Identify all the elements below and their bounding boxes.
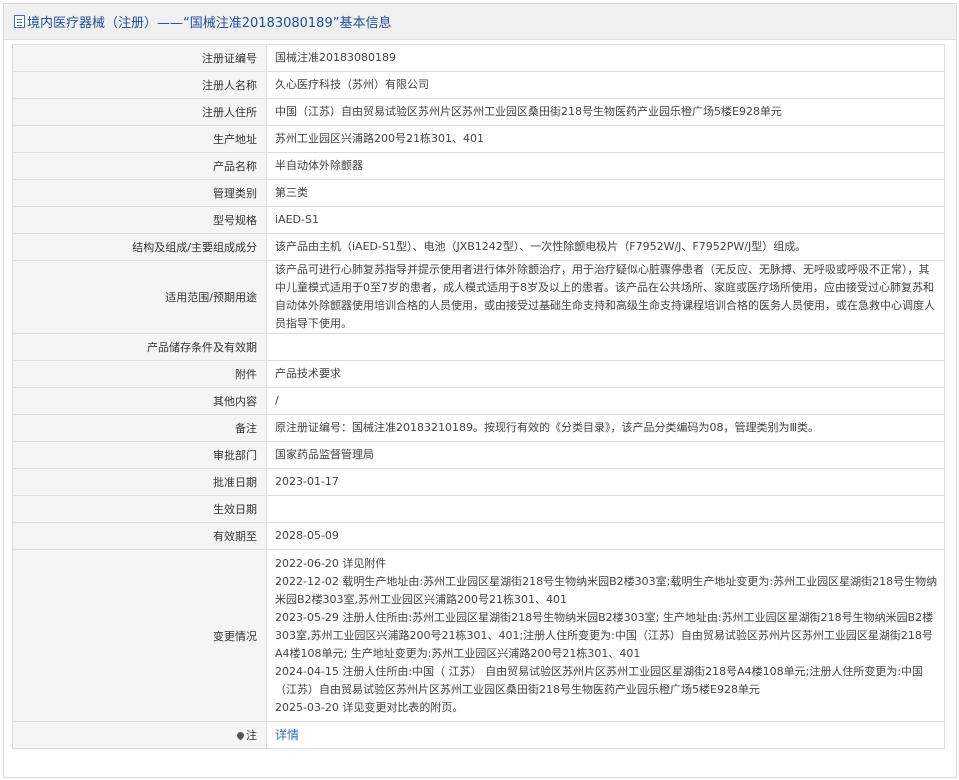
change-entry: 2022-12-02 载明生产地址由:苏州工业园区星湖街218号生物纳米园B2楼… — [275, 574, 938, 606]
row-label: 注册人住所 — [12, 98, 267, 126]
row-label: 其他内容 — [12, 387, 267, 415]
table-row: 型号规格 iAED-S1 — [12, 206, 945, 234]
row-label: 结构及组成/主要组成成分 — [12, 233, 267, 261]
row-value: 国械注准20183080189 — [266, 44, 945, 72]
row-value: 中国（江苏）自由贸易试验区苏州片区苏州工业园区桑田街218号生物医药产业园乐橙广… — [266, 98, 945, 126]
row-label: 批准日期 — [12, 468, 267, 496]
row-value — [266, 333, 945, 361]
table-row: 生产地址 苏州工业园区兴浦路200号21栋301、401 — [12, 125, 945, 153]
table-row: 管理类别 第三类 — [12, 179, 945, 207]
table-row: 注 详情 — [12, 721, 945, 749]
row-label: 附件 — [12, 360, 267, 388]
row-label: 产品储存条件及有效期 — [12, 333, 267, 361]
table-row: 有效期至 2028-05-09 — [12, 522, 945, 550]
change-history: 2022-06-20 详见附件 2022-12-02 载明生产地址由:苏州工业园… — [266, 549, 945, 722]
change-entry: 2022-06-20 详见附件 — [275, 556, 387, 570]
row-value: 原注册证编号：国械注准20183210189。按现行有效的《分类目录》，该产品分… — [266, 414, 945, 442]
row-value: 该产品由主机（iAED-S1型）、电池（JXB1242型）、一次性除颤电极片（F… — [266, 233, 945, 261]
row-value: 第三类 — [266, 179, 945, 207]
row-value: iAED-S1 — [266, 206, 945, 234]
row-label: 管理类别 — [12, 179, 267, 207]
row-label: 适用范围/预期用途 — [12, 260, 267, 334]
row-label: 生产地址 — [12, 125, 267, 153]
row-label: 注册人名称 — [12, 71, 267, 99]
row-label: 变更情况 — [12, 549, 267, 722]
table-row: 批准日期 2023-01-17 — [12, 468, 945, 496]
document-icon — [14, 15, 25, 28]
row-value: 该产品可进行心肺复苏指导并提示使用者进行体外除颤治疗，用于治疗疑似心脏骤停患者（… — [266, 260, 945, 334]
table-row: 注册人住所 中国（江苏）自由贸易试验区苏州片区苏州工业园区桑田街218号生物医药… — [12, 98, 945, 126]
page-header: 境内医疗器械（注册）——“国械注准20183080189”基本信息 — [4, 4, 956, 40]
details-link[interactable]: 详情 — [275, 728, 299, 742]
table-row: 结构及组成/主要组成成分 该产品由主机（iAED-S1型）、电池（JXB1242… — [12, 233, 945, 261]
table-row: 产品储存条件及有效期 — [12, 333, 945, 361]
row-value: 2023-01-17 — [266, 468, 945, 496]
row-label: 审批部门 — [12, 441, 267, 469]
row-value: 半自动体外除颤器 — [266, 152, 945, 180]
table-row: 其他内容 / — [12, 387, 945, 415]
row-value: / — [266, 387, 945, 415]
row-label: 产品名称 — [12, 152, 267, 180]
info-table: 注册证编号 国械注准20183080189 注册人名称 久心医疗科技（苏州）有限… — [12, 44, 945, 749]
row-label: 注册证编号 — [12, 44, 267, 72]
row-value: 产品技术要求 — [266, 360, 945, 388]
row-label: 型号规格 — [12, 206, 267, 234]
change-entry: 2024-04-15 注册人住所由:中国（ 江苏） 自由贸易试验区苏州片区苏州工… — [275, 664, 924, 696]
change-history-row: 变更情况 2022-06-20 详见附件 2022-12-02 载明生产地址由:… — [12, 549, 945, 722]
note-label: 注 — [246, 729, 257, 742]
page-title: 境内医疗器械（注册）——“国械注准20183080189”基本信息 — [27, 16, 392, 31]
pin-icon — [235, 730, 246, 741]
note-label-cell: 注 — [12, 721, 267, 749]
row-value: 国家药品监督管理局 — [266, 441, 945, 469]
row-value — [266, 495, 945, 523]
row-label: 有效期至 — [12, 522, 267, 550]
row-value: 苏州工业园区兴浦路200号21栋301、401 — [266, 125, 945, 153]
row-label: 备注 — [12, 414, 267, 442]
table-row: 注册人名称 久心医疗科技（苏州）有限公司 — [12, 71, 945, 99]
table-row: 产品名称 半自动体外除颤器 — [12, 152, 945, 180]
change-entry: 2025-03-20 详见变更对比表的附页。 — [275, 700, 464, 714]
row-value: 2028-05-09 — [266, 522, 945, 550]
note-value-cell: 详情 — [266, 721, 945, 749]
change-entry: 2023-05-29 注册人住所由:苏州工业园区星湖街218号生物纳米园B2楼3… — [275, 610, 934, 660]
row-value: 久心医疗科技（苏州）有限公司 — [266, 71, 945, 99]
table-row: 附件 产品技术要求 — [12, 360, 945, 388]
table-row: 注册证编号 国械注准20183080189 — [12, 44, 945, 72]
table-row: 适用范围/预期用途 该产品可进行心肺复苏指导并提示使用者进行体外除颤治疗，用于治… — [12, 260, 945, 334]
table-row: 备注 原注册证编号：国械注准20183210189。按现行有效的《分类目录》，该… — [12, 414, 945, 442]
table-row: 生效日期 — [12, 495, 945, 523]
table-row: 审批部门 国家药品监督管理局 — [12, 441, 945, 469]
row-label: 生效日期 — [12, 495, 267, 523]
